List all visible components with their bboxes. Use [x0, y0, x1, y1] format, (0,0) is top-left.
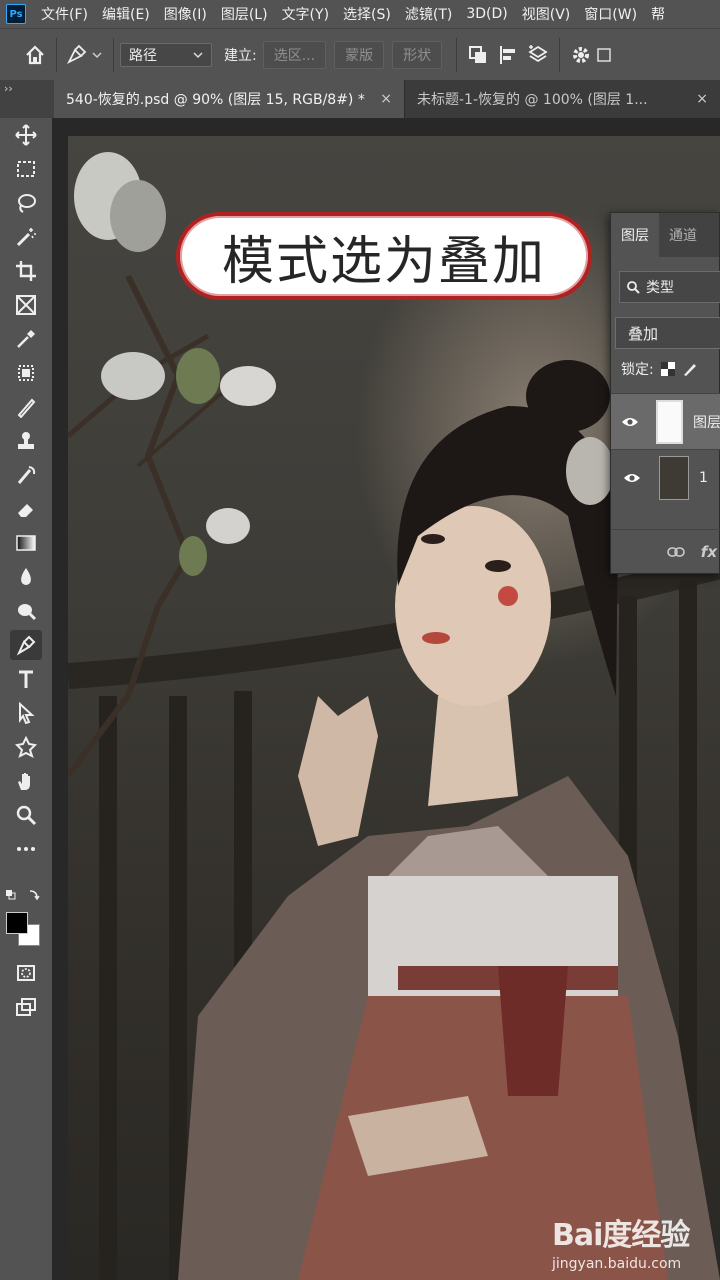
pen-mode-select[interactable]: 路径: [120, 42, 212, 67]
options-bar: 路径 建立: 选区... 蒙版 形状: [0, 28, 720, 80]
panel-tabs: 图层 通道: [611, 213, 719, 257]
path-alignment-icon[interactable]: [493, 40, 523, 70]
eraser-icon[interactable]: [10, 494, 42, 524]
divider: [113, 37, 114, 72]
frame-icon[interactable]: [10, 290, 42, 320]
annotation-text: 模式选为叠加: [221, 231, 546, 292]
screen-mode-icon[interactable]: [10, 992, 42, 1022]
type-icon[interactable]: [10, 664, 42, 694]
lasso-icon[interactable]: [10, 188, 42, 218]
history-brush-icon[interactable]: [10, 460, 42, 490]
baidu-watermark: Bai度经验 jingyan.baidu.com: [552, 1210, 712, 1272]
auto-add-delete-checkbox[interactable]: [596, 40, 612, 70]
make-shape-button[interactable]: 形状: [392, 40, 443, 69]
annotation-bubble: 模式选为叠加: [176, 212, 592, 300]
tools-panel: [0, 118, 52, 1280]
eyedropper-icon[interactable]: [10, 324, 42, 354]
hand-icon[interactable]: [10, 766, 42, 796]
chevron-down-icon: [193, 51, 203, 58]
path-operations-icon[interactable]: [463, 40, 493, 70]
move-icon[interactable]: [10, 120, 42, 150]
menu-view[interactable]: 视图(V): [515, 4, 578, 24]
blend-mode-select[interactable]: 叠加: [615, 317, 720, 349]
menu-3d[interactable]: 3D(D): [459, 6, 514, 22]
path-arrangement-icon[interactable]: [523, 40, 553, 70]
swap-colors-icon[interactable]: [4, 888, 44, 902]
panel-footer: fx: [611, 529, 720, 573]
brush-icon[interactable]: [10, 392, 42, 422]
watermark-url: jingyan.baidu.com: [552, 1256, 682, 1272]
lock-controls: 锁定:: [621, 359, 698, 379]
eye-icon[interactable]: [617, 416, 644, 428]
photoshop-logo: Ps: [6, 4, 26, 24]
menu-layer[interactable]: 图层(L): [214, 4, 275, 24]
layer-filter-select[interactable]: 类型: [619, 271, 720, 303]
marquee-icon[interactable]: [10, 154, 42, 184]
layer-name: 1: [699, 469, 708, 486]
divider: [56, 37, 57, 72]
dodge-icon[interactable]: [10, 596, 42, 626]
panel-collapse-icon[interactable]: ››: [4, 82, 13, 95]
layer-thumbnail: [655, 399, 683, 444]
layer-thumbnail: [659, 455, 689, 500]
shape-icon[interactable]: [10, 732, 42, 762]
patch-icon[interactable]: [10, 358, 42, 388]
document-tabs: ›› 540-恢复的.psd @ 90% (图层 15, RGB/8#) * ×…: [0, 80, 720, 118]
tab-close-icon[interactable]: ×: [380, 91, 392, 107]
menu-image[interactable]: 图像(I): [157, 4, 214, 24]
magic-wand-icon[interactable]: [10, 222, 42, 252]
menu-select[interactable]: 选择(S): [336, 4, 398, 24]
pen-mode-value: 路径: [129, 47, 157, 64]
lock-label: 锁定:: [621, 362, 654, 378]
divider: [456, 37, 458, 72]
pen-tool-icon[interactable]: [10, 630, 42, 660]
tab-close-icon[interactable]: ×: [696, 91, 708, 107]
make-label: 建立:: [224, 47, 257, 64]
zoom-icon[interactable]: [10, 800, 42, 830]
tab-title: 540-恢复的.psd @ 90% (图层 15, RGB/8#) *: [66, 92, 365, 108]
make-mask-button[interactable]: 蒙版: [334, 40, 385, 69]
foreground-color[interactable]: [6, 912, 28, 934]
more-icon[interactable]: [10, 834, 42, 864]
gradient-icon[interactable]: [10, 528, 42, 558]
stamp-icon[interactable]: [10, 426, 42, 456]
quick-mask-icon[interactable]: [10, 958, 42, 988]
layer-row[interactable]: 图层: [611, 393, 720, 449]
blur-icon[interactable]: [10, 562, 42, 592]
divider: [559, 37, 561, 72]
path-select-icon[interactable]: [10, 698, 42, 728]
tab-layers[interactable]: 图层: [611, 213, 659, 257]
color-swatches[interactable]: [6, 890, 46, 952]
menu-file[interactable]: 文件(F): [34, 4, 95, 24]
menu-edit[interactable]: 编辑(E): [95, 4, 157, 24]
lock-pixels-brush-icon[interactable]: [682, 361, 698, 377]
menu-type[interactable]: 文字(Y): [275, 4, 336, 24]
tab-document-active[interactable]: 540-恢复的.psd @ 90% (图层 15, RGB/8#) * ×: [54, 80, 404, 118]
pen-preset-icon[interactable]: [63, 40, 107, 70]
watermark-logo: Bai度经验: [552, 1218, 690, 1253]
make-selection-button[interactable]: 选区...: [262, 40, 327, 69]
tab-document-inactive[interactable]: 未标题-1-恢复的 @ 100% (图层 1... ×: [404, 80, 720, 118]
tab-title: 未标题-1-恢复的 @ 100% (图层 1...: [417, 92, 648, 108]
crop-icon[interactable]: [10, 256, 42, 286]
layer-row[interactable]: 1: [611, 449, 720, 505]
fx-icon[interactable]: fx: [701, 543, 717, 561]
eye-icon[interactable]: [617, 472, 647, 484]
search-icon: [627, 281, 640, 294]
home-icon[interactable]: [20, 40, 50, 70]
lock-transparent-icon[interactable]: [660, 361, 676, 377]
menu-filter[interactable]: 滤镜(T): [398, 4, 459, 24]
menu-help[interactable]: 帮: [644, 4, 672, 24]
layer-name: 图层: [693, 414, 720, 431]
menu-window[interactable]: 窗口(W): [577, 4, 644, 24]
settings-icon[interactable]: [566, 40, 596, 70]
link-icon[interactable]: [666, 546, 685, 558]
tab-channels[interactable]: 通道: [659, 213, 707, 257]
layers-panel: 图层 通道 类型 叠加 锁定: 图层 1 fx: [610, 212, 720, 574]
filter-value: 类型: [646, 280, 674, 296]
blend-mode-value: 叠加: [628, 324, 659, 343]
menu-bar: Ps 文件(F) 编辑(E) 图像(I) 图层(L) 文字(Y) 选择(S) 滤…: [0, 0, 720, 28]
